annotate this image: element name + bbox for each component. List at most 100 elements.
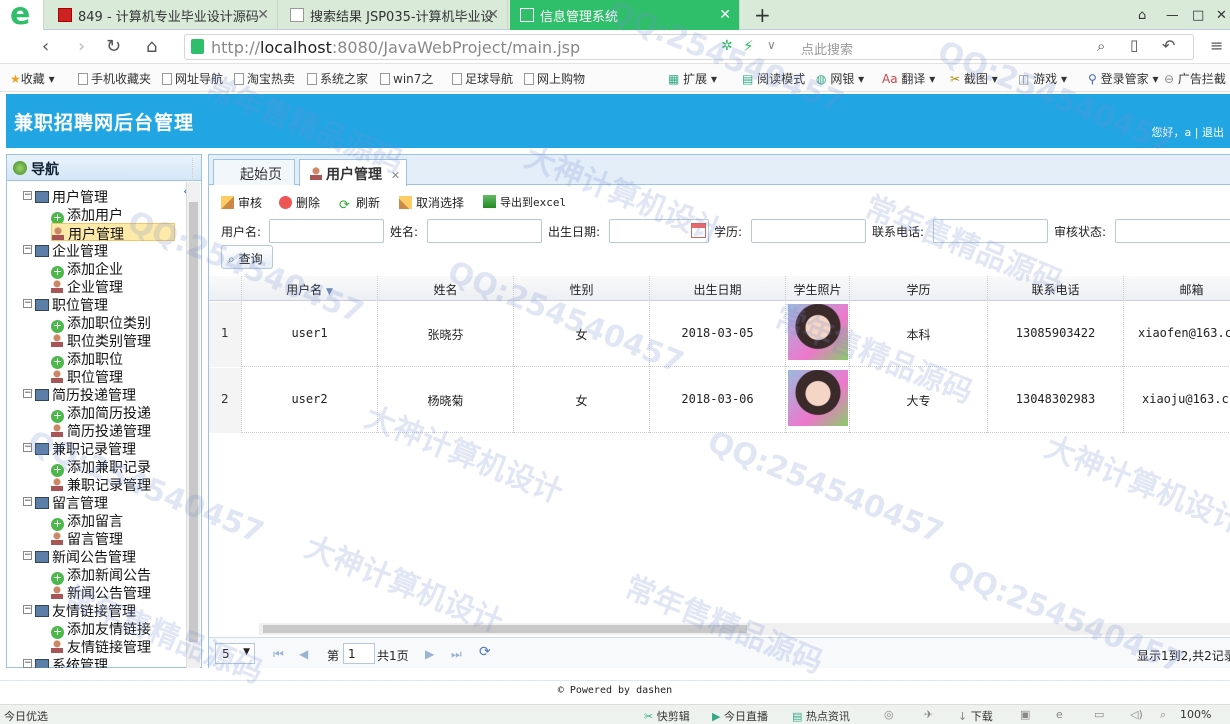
speed-icon[interactable]: ◎ [884,708,894,721]
status-left-text[interactable]: 今日优选 [4,708,48,724]
header-cell-education[interactable]: 学历 [850,276,988,301]
collapse-toggle-icon[interactable]: − [23,551,32,560]
tab-home[interactable]: 起始页 [213,159,295,185]
header-cell-sex[interactable]: 性别 [514,276,650,301]
header-cell-email[interactable]: 邮箱 [1124,276,1230,301]
zoom-icon[interactable]: ⌕ [1160,708,1166,722]
address-bar[interactable]: http://localhost:8080/JavaWebProject/mai… [184,34,1194,60]
search-input[interactable]: 点此搜索 [801,39,853,58]
new-tab-button[interactable]: + [744,0,772,30]
ie-icon[interactable]: e [1056,708,1063,721]
tree-item[interactable]: + 添加简历投递 [51,403,151,423]
tree-group[interactable]: 用户管理 [35,187,108,206]
status-quick-edit[interactable]: ✂ 快剪辑 [644,708,690,724]
tree-item[interactable]: 友情链接管理 [51,637,151,656]
games-button[interactable]: ◫ 游戏 ▾ [1018,70,1067,87]
tree-item[interactable]: 企业管理 [51,277,123,296]
browser-tab-2[interactable]: 搜索结果 JSP035-计算机毕业设 ✕ [280,0,508,30]
menu-icon[interactable]: ≡ [1210,36,1223,55]
home-icon[interactable]: ⌂ [146,36,157,57]
translate-button[interactable]: Aa 翻译 ▾ [882,70,935,87]
volume-icon[interactable]: ◁) [1130,708,1143,721]
skin-icon[interactable]: ⌂ [1128,0,1150,30]
bookmark-favorites[interactable]: ★收藏 ▾ [10,70,55,87]
page-number-input[interactable]: 1 [343,643,375,664]
birth-date-input[interactable] [609,219,709,243]
scrollbar-thumb[interactable] [189,202,198,642]
zoom-level[interactable]: 100% [1180,708,1211,721]
refresh-button[interactable]: ⟳ 刷新 [339,194,380,212]
export-button[interactable]: 导出到excel [483,194,566,210]
collapse-toggle-icon[interactable]: − [23,497,32,506]
capture-icon[interactable]: ▣ [1020,708,1030,721]
tree-group[interactable]: 系统管理 [35,655,108,668]
window-icon[interactable]: ▭ [1094,708,1104,721]
tree-item[interactable]: 简历投递管理 [51,421,151,440]
reading-mode-button[interactable]: ▤ 阅读模式 [742,70,805,87]
phone-input[interactable] [933,219,1048,243]
last-page-icon[interactable]: ⏭ [451,647,462,662]
tree-item[interactable]: 职位类别管理 [51,331,151,350]
tree-item[interactable]: 新闻公告管理 [51,583,151,602]
tree-item[interactable]: + 添加企业 [51,259,123,279]
tree-item[interactable]: 用户管理 [51,223,175,243]
username-input[interactable] [269,219,384,243]
query-button[interactable]: ⌕ 查询 [221,245,273,269]
status-live[interactable]: ▶ 今日直播 [712,708,768,724]
undo-icon[interactable]: ↶ [1162,36,1175,55]
first-page-icon[interactable]: ⏮ [273,647,284,662]
bookmark-item[interactable]: 网上购物 [524,70,585,87]
bookmark-item[interactable]: 淘宝热卖 [234,70,295,87]
collapse-toggle-icon[interactable]: − [23,443,32,452]
tab-user-management[interactable]: 用户管理 ✕ [299,159,407,186]
collapse-toggle-icon[interactable]: − [23,659,32,668]
tree-item[interactable]: + 添加职位 [51,349,123,369]
accelerate-icon[interactable]: ✲ [721,38,733,54]
tree-group[interactable]: 简历投递管理 [35,385,136,404]
bookmark-item[interactable]: 系统之家 [307,70,368,87]
maximize-icon[interactable]: □ [1182,0,1204,30]
tree-group[interactable]: 留言管理 [35,493,108,512]
bookmark-item[interactable]: 手机收藏夹 [78,70,151,87]
collapse-toggle-icon[interactable]: − [23,191,32,200]
mobile-icon[interactable]: ▯ [1130,36,1138,54]
collapse-toggle-icon[interactable]: − [23,605,32,614]
collapse-toggle-icon[interactable]: − [23,389,32,398]
bank-button[interactable]: ◍ 网银 ▾ [816,70,864,87]
close-tab-icon[interactable]: ✕ [257,7,269,23]
tree-item[interactable]: 留言管理 [51,529,123,548]
search-icon[interactable]: ⌕ [1097,37,1105,55]
audit-button[interactable]: 审核 [221,194,262,211]
tree-item[interactable]: 职位管理 [51,367,123,386]
tree-group[interactable]: 友情链接管理 [35,601,136,620]
prev-page-icon[interactable]: ◀ [299,647,308,661]
lightning-icon[interactable]: ⚡ [743,37,754,55]
bookmark-item[interactable]: win7之 [380,70,433,87]
status-download[interactable]: ↓ 下载 [958,708,993,724]
tree-item[interactable]: + 添加新闻公告 [51,565,151,585]
screenshot-button[interactable]: ✂ 截图 ▾ [950,70,998,87]
collapse-toggle-icon[interactable]: − [23,245,32,254]
scrollbar-thumb[interactable] [263,625,747,633]
tree-group[interactable]: 新闻公告管理 [35,547,136,566]
tree-item[interactable]: + 添加留言 [51,511,123,531]
bookmark-item[interactable]: 足球导航 [452,70,513,87]
table-row[interactable]: 1 user1 张晓芬 女 2018-03-05 本科 13085903422 … [209,302,1230,367]
table-row[interactable]: 2 user2 杨晓菊 女 2018-03-06 大专 13048302983 … [209,368,1230,433]
tree-group[interactable]: 职位管理 [35,295,108,314]
tree-item[interactable]: + 添加职位类别 [51,313,151,333]
pin-icon[interactable]: ✈ [924,708,933,721]
name-input[interactable] [427,219,542,243]
header-cell-name[interactable]: 姓名 [378,276,514,301]
header-cell-photo[interactable]: 学生照片 [786,276,850,301]
calendar-icon[interactable] [691,223,706,238]
tree-group[interactable]: 企业管理 [35,241,108,260]
close-window-icon[interactable]: ✕ [1206,0,1228,30]
close-tab-icon[interactable]: ✕ [719,7,731,23]
header-cell-birth[interactable]: 出生日期 [650,276,786,301]
page-size-select[interactable]: 5 ▼ [215,643,255,664]
tree-group[interactable]: 兼职记录管理 [35,439,136,458]
tree-item[interactable]: + 添加用户 [51,205,123,225]
education-input[interactable] [751,219,866,243]
tree-item[interactable]: 兼职记录管理 [51,475,151,494]
